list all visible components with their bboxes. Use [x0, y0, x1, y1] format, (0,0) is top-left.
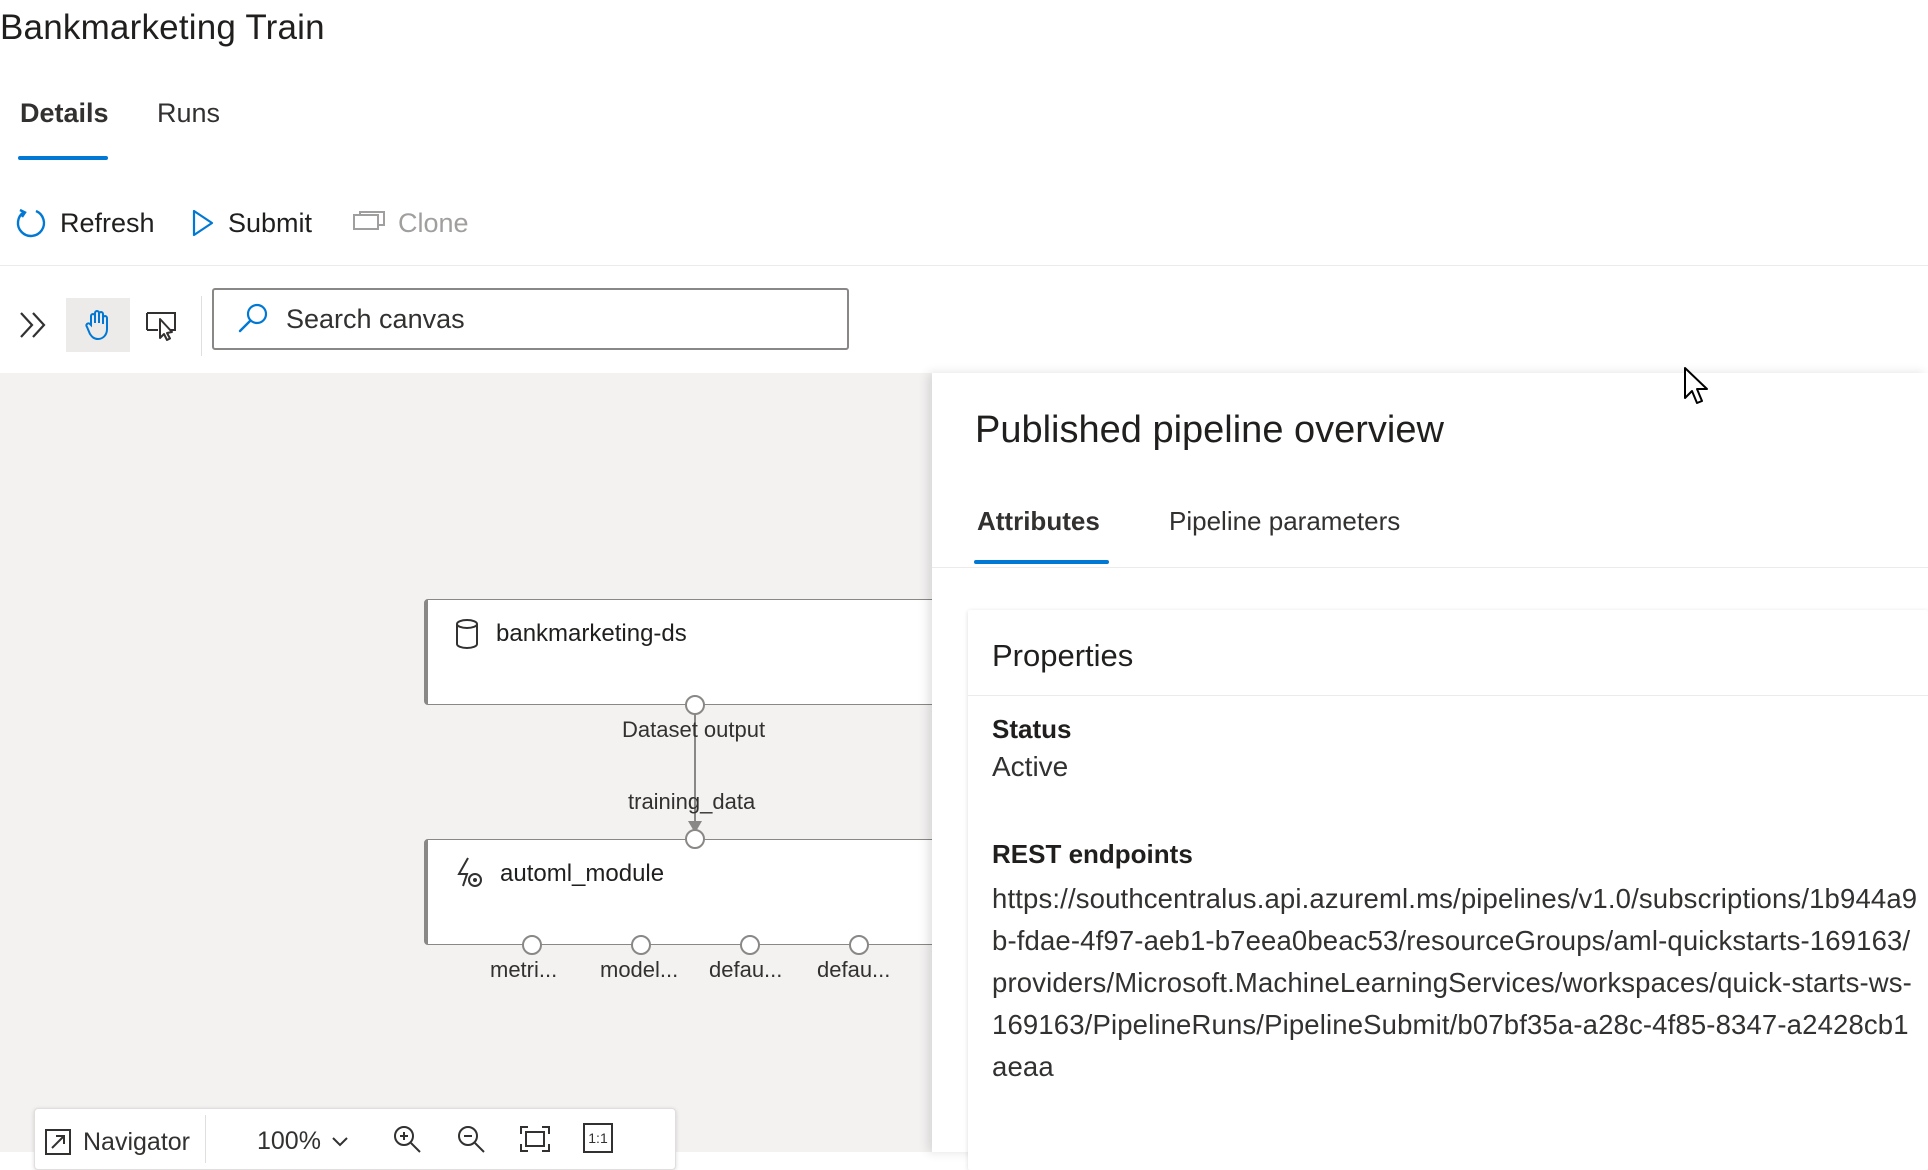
select-mode-button[interactable]	[130, 298, 194, 352]
pan-mode-button[interactable]	[66, 298, 130, 352]
clone-icon	[352, 211, 386, 235]
properties-heading: Properties	[992, 638, 1134, 673]
search-icon	[236, 302, 270, 336]
output-port[interactable]	[631, 935, 651, 955]
canvas-toolbar	[0, 265, 1928, 374]
play-icon	[190, 208, 216, 238]
port-label-output: model...	[600, 957, 679, 982]
refresh-icon	[14, 206, 48, 240]
hand-icon	[81, 308, 115, 342]
port-label-training-data: training_data	[628, 789, 756, 814]
node-bankmarketing-ds[interactable]: bankmarketing-ds	[424, 599, 932, 705]
actual-size-icon: 1:1	[583, 1123, 613, 1153]
panel-title: Published pipeline overview	[975, 409, 1444, 451]
zoom-out-icon	[455, 1123, 487, 1155]
expand-panel-button[interactable]	[2, 298, 66, 352]
output-port[interactable]	[849, 935, 869, 955]
status-value: Active	[992, 751, 1069, 782]
node-automl-module[interactable]: automl_module	[424, 839, 932, 945]
port-label-dataset-output: Dataset output	[622, 717, 766, 742]
pipeline-canvas[interactable]: bankmarketing-ds Dataset output training…	[0, 373, 932, 1152]
toolbar-divider	[201, 296, 202, 356]
tab-runs[interactable]: Runs	[157, 98, 220, 129]
page-title: Bankmarketing Train	[0, 8, 325, 47]
port-label-output: metri...	[490, 957, 558, 982]
refresh-label: Refresh	[60, 207, 155, 238]
port-label-output: defau...	[817, 957, 891, 982]
refresh-button[interactable]: Refresh	[14, 203, 155, 243]
node-label: automl_module	[500, 860, 665, 887]
automl-icon	[454, 856, 484, 890]
status-label: Status	[992, 714, 1072, 744]
panel-tab-divider	[932, 567, 1928, 568]
navigator-toggle[interactable]: Navigator	[43, 1127, 190, 1157]
double-chevron-right-icon	[16, 307, 52, 343]
output-port[interactable]	[685, 695, 705, 715]
tab-attributes[interactable]: Attributes	[977, 506, 1100, 537]
card-divider	[968, 695, 1928, 696]
clone-label: Clone	[398, 207, 469, 238]
pointer-select-icon	[144, 308, 180, 342]
tab-active-indicator	[18, 156, 108, 160]
submit-label: Submit	[228, 207, 313, 238]
properties-card: Properties Status Active REST endpoints …	[968, 610, 1928, 1170]
fit-screen-icon	[519, 1125, 551, 1153]
input-port[interactable]	[685, 829, 705, 849]
published-pipeline-panel: Published pipeline overview Attributes P…	[932, 373, 1928, 1170]
output-port[interactable]	[522, 935, 542, 955]
node-label: bankmarketing-ds	[496, 620, 687, 647]
tab-pipeline-parameters[interactable]: Pipeline parameters	[1169, 506, 1400, 537]
fit-to-screen-button[interactable]	[519, 1125, 551, 1153]
navigator-icon	[43, 1127, 73, 1157]
actual-size-button[interactable]: 1:1	[583, 1123, 613, 1153]
search-canvas-box[interactable]	[212, 288, 849, 350]
canvas-navigator-bar: Navigator 100% 1:1	[34, 1108, 676, 1170]
submit-button[interactable]: Submit	[190, 203, 312, 243]
navigator-label: Navigator	[83, 1127, 190, 1156]
database-icon	[454, 618, 480, 650]
panel-tab-active-indicator	[974, 560, 1109, 564]
connection-layer	[688, 705, 702, 833]
port-label-output: defau...	[709, 957, 783, 982]
chevron-down-icon	[331, 1136, 349, 1148]
zoom-out-button[interactable]	[455, 1123, 487, 1155]
zoom-in-button[interactable]	[391, 1123, 423, 1155]
zoom-in-icon	[391, 1123, 423, 1155]
search-canvas-input[interactable]	[284, 302, 847, 336]
clone-button[interactable]: Clone	[352, 203, 469, 243]
navigator-divider	[205, 1115, 206, 1163]
mouse-cursor-icon	[1683, 366, 1711, 406]
rest-endpoints-label: REST endpoints	[992, 839, 1193, 869]
rest-endpoint-url[interactable]: https://southcentralus.api.azureml.ms/pi…	[992, 878, 1922, 1088]
output-port[interactable]	[740, 935, 760, 955]
tab-details[interactable]: Details	[20, 98, 109, 129]
